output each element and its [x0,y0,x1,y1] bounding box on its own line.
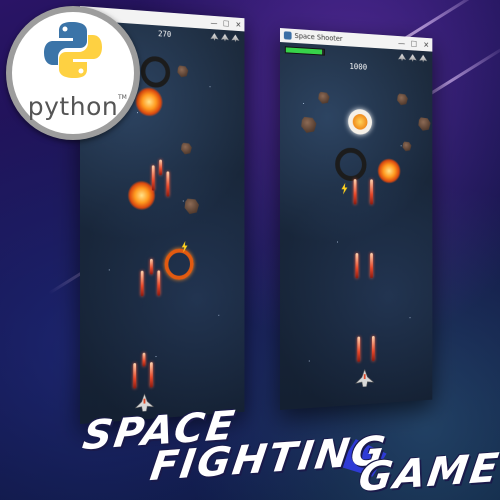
life-ship-icon [221,34,229,42]
health-bar [284,46,325,56]
close-button[interactable]: ✕ [420,40,432,49]
explosion [377,158,401,184]
game-window-right: Space Shooter — ☐ ✕ 1000 [280,28,433,410]
laser-shot [371,335,375,362]
laser-shot [140,270,144,297]
health-bar-fill [285,47,323,55]
life-ship-icon [419,55,427,63]
laser-shot [133,362,137,389]
lives-indicator [398,53,427,62]
meteor [301,117,316,133]
laser-shot [370,179,373,205]
minimize-button[interactable]: — [208,18,220,27]
laser-shot [150,362,153,388]
laser-shot [150,258,153,275]
maximize-button[interactable]: ☐ [408,39,420,48]
life-ship-icon [398,53,406,61]
python-logo-icon [44,22,102,78]
life-ship-icon [210,33,218,41]
minimize-button[interactable]: — [395,38,407,47]
meteor [402,142,411,152]
title-accent-shape [337,436,388,481]
close-button[interactable]: ✕ [232,20,244,29]
meteor [185,199,199,214]
promo-stage: — ☐ ✕ 270 Space Shooter — ☐ ✕ 1000 pytho… [0,0,500,500]
score-counter: 1000 [349,61,368,72]
trademark-symbol: TM [118,94,127,101]
meteor [177,65,188,77]
player-ship[interactable] [355,368,374,388]
laser-shot [151,165,155,191]
score-counter: 270 [158,29,172,39]
laser-shot [353,179,357,205]
laser-shot [370,252,373,279]
lightning-powerup-icon [341,183,348,195]
smoke-ring [335,147,367,182]
life-ship-icon [231,34,239,42]
laser-shot [142,352,146,367]
shield-core-icon [352,113,368,130]
meteor [318,92,329,104]
laser-shot [157,270,161,296]
laser-shot [166,171,170,197]
laser-shot [159,159,162,176]
laser-shot [355,253,359,279]
lives-indicator [210,33,239,43]
meteor [181,143,192,155]
playfield[interactable]: 1000 [280,42,433,410]
player-ship[interactable] [135,393,154,413]
meteor [418,117,430,131]
title-word-game: GAME [355,445,500,500]
life-ship-icon [409,54,417,62]
meteor [397,93,408,105]
app-icon [283,31,292,40]
shield-powerup [348,108,372,135]
laser-shot [357,336,361,362]
python-logo-badge: python TM [6,6,140,140]
maximize-button[interactable]: ☐ [220,19,232,28]
smoke-ring [140,55,171,89]
title-word-fighting: FIGHTING [147,427,390,491]
explosion-ring [164,248,194,280]
